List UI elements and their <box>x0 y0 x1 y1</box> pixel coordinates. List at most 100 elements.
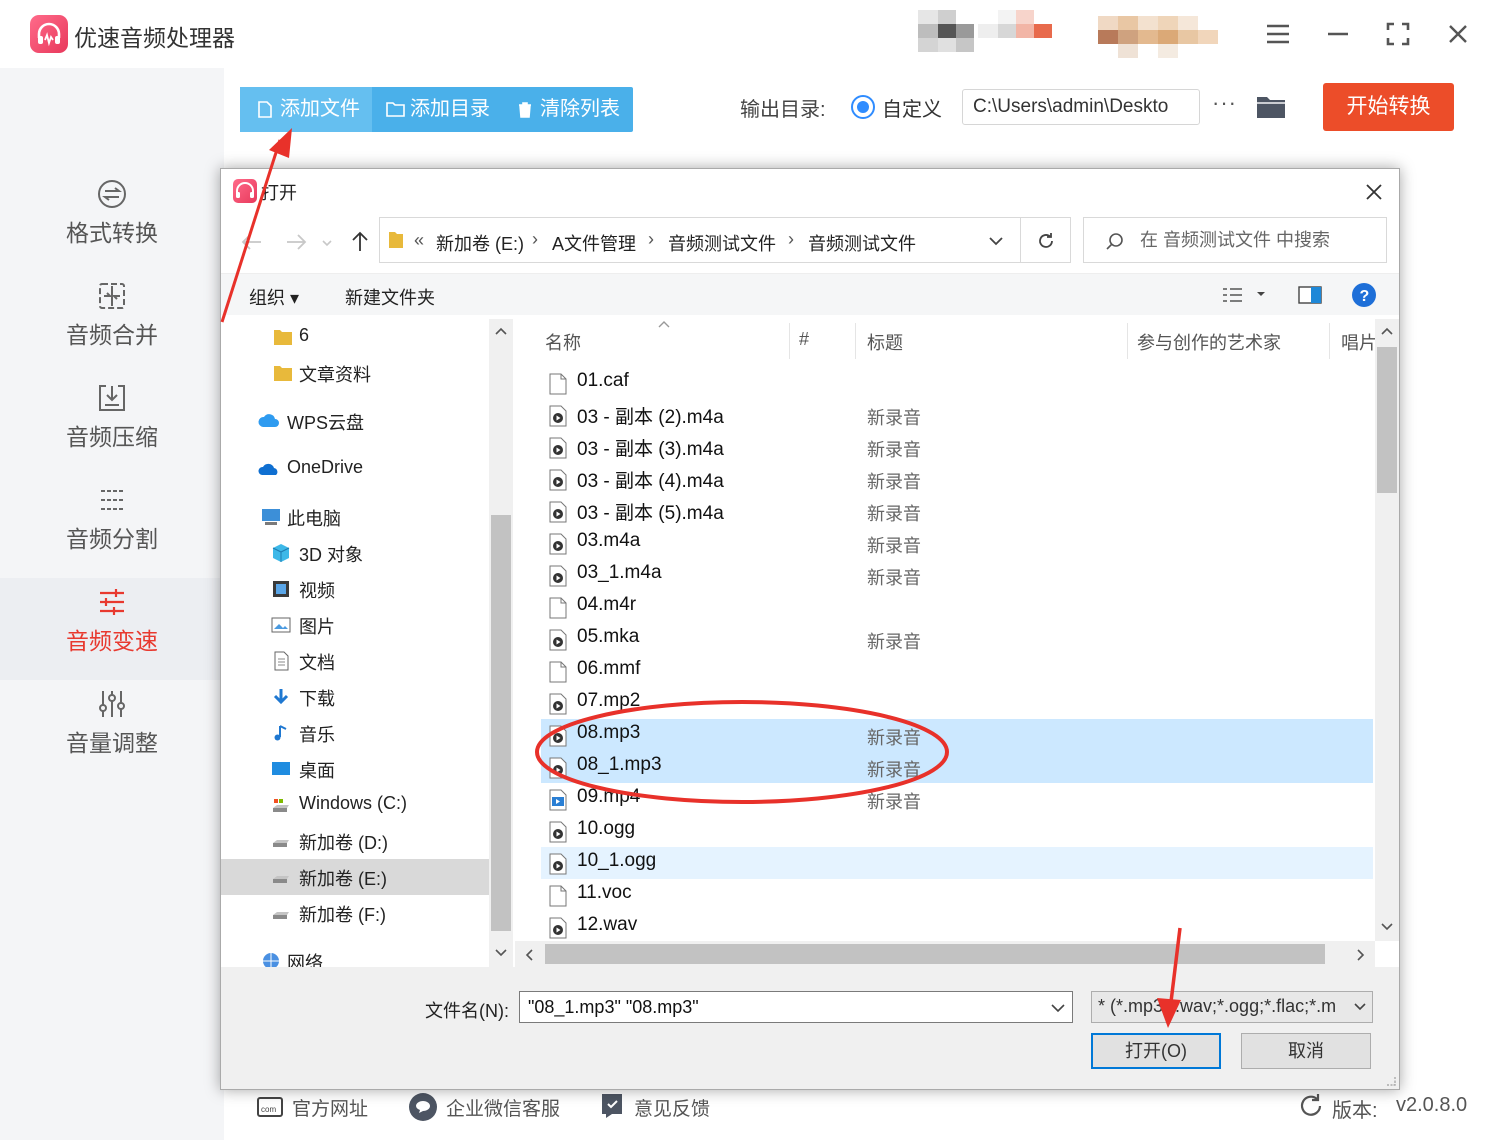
nav-item-3d-objects[interactable]: 3D 对象 <box>221 535 489 571</box>
navigation-scrollbar[interactable] <box>489 319 513 967</box>
add-file-button[interactable]: 添加文件 <box>240 87 372 132</box>
column-divider[interactable] <box>1329 323 1330 359</box>
nav-item-drive-d[interactable]: 新加卷 (D:) <box>221 823 489 859</box>
refresh-button[interactable] <box>1021 217 1071 263</box>
file-row[interactable]: 03 - 副本 (2).m4a 新录音 <box>541 399 1373 431</box>
scroll-up-icon[interactable] <box>493 325 509 337</box>
minimize-icon[interactable] <box>1320 16 1356 52</box>
breadcrumb-audio-test-current[interactable]: 音频测试文件 <box>808 230 916 256</box>
column-divider[interactable] <box>1127 323 1128 359</box>
scroll-up-icon[interactable] <box>1379 325 1395 337</box>
nav-item-documents[interactable]: 文档 <box>221 643 489 679</box>
file-row[interactable]: 07.mp2 <box>541 687 1373 719</box>
search-input[interactable] <box>1140 226 1380 254</box>
navigation-scroll-thumb[interactable] <box>491 515 511 931</box>
scroll-right-icon[interactable] <box>1355 947 1367 963</box>
breadcrumb-separator-icon[interactable]: › <box>648 229 654 250</box>
file-row[interactable]: 10.ogg <box>541 815 1373 847</box>
file-row[interactable]: 03 - 副本 (4).m4a 新录音 <box>541 463 1373 495</box>
new-folder-button[interactable]: 新建文件夹 <box>345 284 435 310</box>
add-directory-button[interactable]: 添加目录 <box>372 87 502 132</box>
nav-item-drive-e[interactable]: 新加卷 (E:) <box>221 859 489 895</box>
recent-locations-chevron-icon[interactable] <box>319 229 335 255</box>
organize-menu-button[interactable]: 组织 ▾ <box>249 284 299 310</box>
nav-item-videos[interactable]: 视频 <box>221 571 489 607</box>
sidebar-item-audio-compress[interactable]: 音频压缩 <box>0 374 224 476</box>
nav-item-onedrive[interactable]: OneDrive <box>221 451 489 487</box>
cancel-button[interactable]: 取消 <box>1241 1033 1371 1069</box>
file-row[interactable]: 10_1.ogg <box>541 847 1373 879</box>
nav-item-downloads[interactable]: 下载 <box>221 679 489 715</box>
scroll-down-icon[interactable] <box>493 947 509 959</box>
sidebar-item-volume-adjust[interactable]: 音量调整 <box>0 680 224 782</box>
nav-item-folder-articles[interactable]: 文章资料 <box>221 355 489 391</box>
fullscreen-icon[interactable] <box>1380 16 1416 52</box>
nav-item-folder-6[interactable]: 6 <box>221 319 489 355</box>
open-button[interactable]: 打开(O) <box>1091 1033 1221 1069</box>
open-output-folder-icon[interactable] <box>1255 94 1287 120</box>
breadcrumb-separator-icon[interactable]: › <box>788 229 794 250</box>
file-row[interactable]: 12.wav <box>541 911 1373 943</box>
blurred-user-avatar[interactable] <box>918 10 1230 64</box>
clear-list-button[interactable]: 清除列表 <box>502 87 633 132</box>
folder-search-box[interactable] <box>1083 217 1387 263</box>
feedback-link[interactable]: 意见反馈 <box>600 1092 720 1122</box>
custom-output-radio[interactable] <box>851 95 875 119</box>
start-convert-button[interactable]: 开始转换 <box>1323 83 1454 131</box>
nav-item-desktop[interactable]: 桌面 <box>221 751 489 787</box>
file-list-vertical-scrollbar[interactable] <box>1375 319 1399 941</box>
file-type-filter-select[interactable]: * (*.mp3;*.wav;*.ogg;*.flac;*.m <box>1091 991 1373 1023</box>
sidebar-item-audio-split[interactable]: 音频分割 <box>0 476 224 578</box>
nav-item-pictures[interactable]: 图片 <box>221 607 489 643</box>
wechat-support-link[interactable]: 企业微信客服 <box>408 1092 568 1122</box>
column-divider[interactable] <box>789 323 790 359</box>
file-row[interactable]: 03.m4a 新录音 <box>541 527 1373 559</box>
file-list-horizontal-scrollbar[interactable] <box>515 941 1375 967</box>
column-divider[interactable] <box>855 323 856 359</box>
breadcrumb-overflow[interactable]: « <box>414 230 424 251</box>
nav-item-drive-f[interactable]: 新加卷 (F:) <box>221 895 489 931</box>
nav-item-music[interactable]: 音乐 <box>221 715 489 751</box>
column-header-title[interactable]: 标题 <box>867 329 903 355</box>
file-row[interactable]: 08.mp3 新录音 <box>541 719 1373 751</box>
version-info[interactable]: 版本: v2.0.8.0 <box>1298 1092 1478 1122</box>
file-row[interactable]: 04.m4r <box>541 591 1373 623</box>
dialog-close-icon[interactable] <box>1361 179 1387 205</box>
file-name-dropdown-icon[interactable] <box>1047 995 1069 1019</box>
close-icon[interactable] <box>1440 16 1476 52</box>
file-row[interactable]: 05.mka 新录音 <box>541 623 1373 655</box>
sidebar-item-audio-speed[interactable]: 音频变速 <box>0 578 224 680</box>
nav-item-drive-c[interactable]: Windows (C:) <box>221 787 489 823</box>
file-row[interactable]: 03 - 副本 (3).m4a 新录音 <box>541 431 1373 463</box>
resize-grip-icon[interactable] <box>1383 1073 1397 1087</box>
sidebar-item-audio-merge[interactable]: 音频合并 <box>0 272 224 374</box>
file-row[interactable]: 03 - 副本 (5).m4a 新录音 <box>541 495 1373 527</box>
menu-icon[interactable] <box>1260 16 1296 52</box>
nav-item-wps-cloud[interactable]: WPS云盘 <box>221 403 489 439</box>
file-row[interactable]: 11.voc <box>541 879 1373 911</box>
breadcrumb-audio-test[interactable]: 音频测试文件 <box>668 230 776 256</box>
official-website-link[interactable]: com 官方网址 <box>256 1092 376 1122</box>
address-bar[interactable]: « 新加卷 (E:) › A文件管理 › 音频测试文件 › 音频测试文件 <box>379 217 1021 263</box>
column-header-number[interactable]: # <box>799 329 809 350</box>
file-name-input[interactable] <box>519 991 1073 1023</box>
up-folder-icon[interactable] <box>347 229 373 255</box>
breadcrumb-separator-icon[interactable]: › <box>532 229 538 250</box>
file-row[interactable]: 03_1.m4a 新录音 <box>541 559 1373 591</box>
sidebar-item-format-convert[interactable]: 格式转换 <box>0 170 224 272</box>
address-dropdown-chevron-icon[interactable] <box>988 234 1004 248</box>
preview-pane-icon[interactable] <box>1297 284 1323 306</box>
breadcrumb-a-file-manage[interactable]: A文件管理 <box>552 230 636 256</box>
column-header-album[interactable]: 唱片 <box>1341 329 1377 355</box>
view-options-chevron-icon[interactable] <box>1255 288 1267 300</box>
nav-item-network[interactable]: 网络 <box>221 943 489 967</box>
output-path-input[interactable] <box>962 89 1200 125</box>
help-icon[interactable]: ? <box>1351 282 1377 308</box>
file-row[interactable]: 06.mmf <box>541 655 1373 687</box>
scroll-down-icon[interactable] <box>1379 921 1395 933</box>
back-arrow-icon[interactable] <box>239 229 265 255</box>
column-header-artist[interactable]: 参与创作的艺术家 <box>1137 329 1281 355</box>
forward-arrow-icon[interactable] <box>283 229 309 255</box>
scroll-left-icon[interactable] <box>523 947 535 963</box>
breadcrumb-drive-e[interactable]: 新加卷 (E:) <box>436 230 524 256</box>
